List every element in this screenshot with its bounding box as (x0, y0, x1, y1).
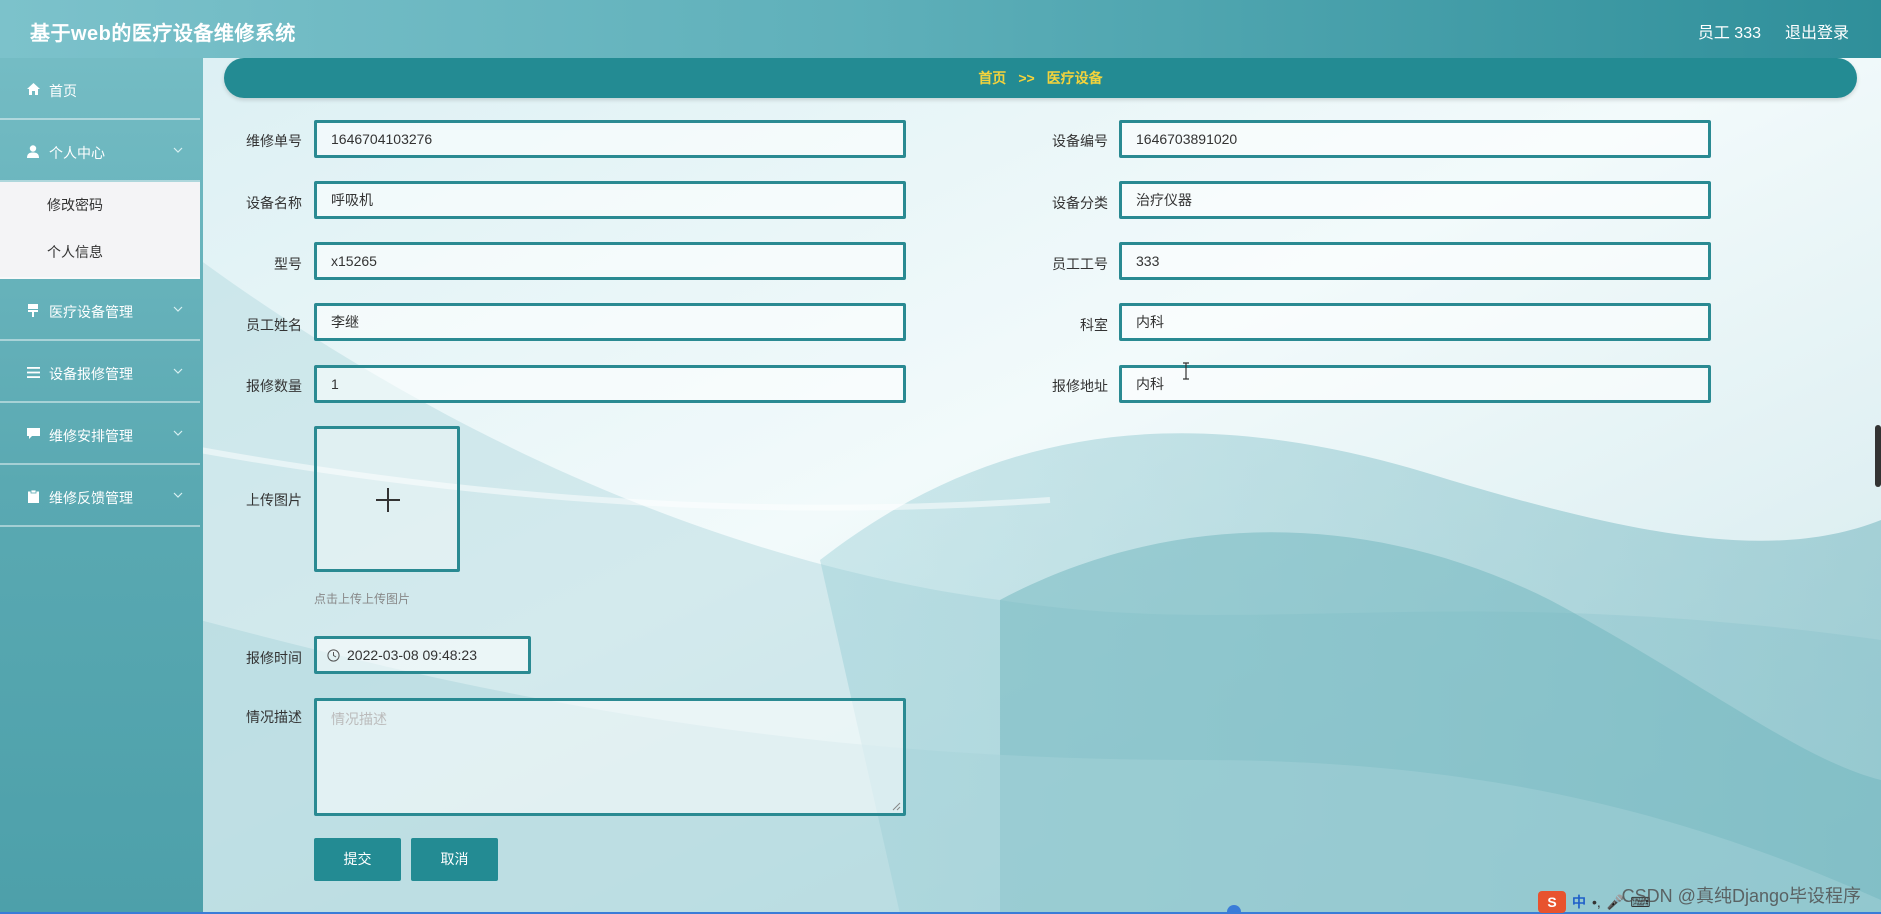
user-icon (26, 144, 40, 158)
breadcrumb: 首页 >> 医疗设备 (224, 58, 1857, 98)
text-cursor-icon (1183, 362, 1189, 380)
chevron-down-icon (173, 147, 183, 153)
device-category-field[interactable]: 治疗仪器 (1119, 181, 1711, 219)
repair-address-label: 报修地址 (1052, 378, 1108, 394)
sidebar-item-label: 首页 (49, 83, 77, 99)
sidebar-item-repair-request[interactable]: 设备报修管理 (0, 341, 200, 403)
device-no-label: 设备编号 (1052, 133, 1108, 149)
sidebar-item-label: 医疗设备管理 (49, 304, 133, 320)
sidebar-item-medical-equipment[interactable]: 医疗设备管理 (0, 279, 200, 341)
clock-icon (327, 649, 340, 662)
breadcrumb-separator: >> (1018, 70, 1035, 86)
description-label: 情况描述 (246, 709, 302, 725)
description-placeholder: 情况描述 (331, 711, 387, 727)
sidebar-item-label: 维修安排管理 (49, 428, 133, 444)
model-field[interactable]: x15265 (314, 242, 906, 280)
repair-qty-field[interactable]: 1 (314, 365, 906, 403)
chevron-down-icon (173, 368, 183, 374)
employee-no-field[interactable]: 333 (1119, 242, 1711, 280)
ime-language: 中 (1572, 894, 1586, 910)
department-label: 科室 (1080, 317, 1108, 333)
watermark: CSDN @真纯Django毕设程序 (1621, 886, 1861, 906)
repair-qty-label: 报修数量 (246, 378, 302, 394)
clipboard-icon (26, 489, 40, 503)
list-icon (26, 365, 40, 379)
submit-button[interactable]: 提交 (314, 838, 401, 881)
upload-hint: 点击上传上传图片 (314, 592, 411, 606)
chevron-down-icon (173, 492, 183, 498)
device-name-field[interactable]: 呼吸机 (314, 181, 906, 219)
device-no-field[interactable]: 1646703891020 (1119, 120, 1711, 158)
home-icon (26, 82, 40, 96)
sidebar-item-repair-feedback[interactable]: 维修反馈管理 (0, 465, 200, 527)
sidebar-item-label: 设备报修管理 (49, 366, 133, 382)
punctuation-icon: •, (1592, 894, 1601, 910)
description-textarea[interactable]: 情况描述 (314, 698, 906, 816)
employee-name-label: 员工姓名 (246, 317, 302, 333)
sidebar: 首页 个人中心 修改密码 个人信息 医疗设备管理 设备报修管理 维修安排管理 维… (0, 58, 203, 914)
upload-label: 上传图片 (246, 492, 302, 508)
sidebar-item-personal-center[interactable]: 个人中心 (0, 120, 200, 182)
device-category-label: 设备分类 (1052, 195, 1108, 211)
repair-form: 维修单号 1646704103276 设备编号 1646703891020 设备… (0, 0, 1881, 914)
device-name-label: 设备名称 (246, 195, 302, 211)
scrollbar-thumb[interactable] (1875, 425, 1881, 487)
sidebar-item-label: 个人中心 (49, 145, 105, 161)
department-field[interactable]: 内科 (1119, 303, 1711, 341)
repair-address-field[interactable]: 内科 (1119, 365, 1711, 403)
sidebar-subitem-personal-info[interactable]: 个人信息 (0, 229, 200, 276)
model-label: 型号 (274, 256, 302, 272)
employee-no-label: 员工工号 (1052, 256, 1108, 272)
repair-no-field[interactable]: 1646704103276 (314, 120, 906, 158)
chevron-down-icon (173, 306, 183, 312)
app-title: 基于web的医疗设备维修系统 (30, 23, 296, 45)
sogou-ime-icon: S (1538, 891, 1566, 913)
sidebar-subitem-change-password[interactable]: 修改密码 (0, 182, 200, 229)
repair-time-picker[interactable]: 2022-03-08 09:48:23 (314, 636, 531, 674)
logout-link[interactable]: 退出登录 (1785, 19, 1849, 43)
equipment-icon (26, 303, 40, 317)
repair-time-label: 报修时间 (246, 650, 302, 666)
image-upload-button[interactable] (314, 426, 460, 572)
employee-name-field[interactable]: 李继 (314, 303, 906, 341)
current-user-label: 员工 333 (1697, 25, 1761, 42)
breadcrumb-current: 医疗设备 (1046, 70, 1103, 86)
breadcrumb-home-link[interactable]: 首页 (978, 68, 1006, 88)
resize-grip-icon[interactable] (892, 802, 901, 811)
sidebar-item-repair-schedule[interactable]: 维修安排管理 (0, 403, 200, 465)
submenu-personal-center: 修改密码 个人信息 (0, 182, 200, 279)
slider-handle[interactable] (1227, 905, 1241, 914)
chevron-down-icon (173, 430, 183, 436)
comment-icon (26, 427, 40, 441)
sidebar-item-label: 维修反馈管理 (49, 490, 133, 506)
repair-time-value: 2022-03-08 09:48:23 (347, 647, 477, 663)
top-header: 基于web的医疗设备维修系统 员工 333 退出登录 (0, 0, 1881, 58)
cancel-button[interactable]: 取消 (411, 838, 498, 881)
repair-no-label: 维修单号 (246, 133, 302, 149)
sidebar-item-home[interactable]: 首页 (0, 58, 200, 120)
